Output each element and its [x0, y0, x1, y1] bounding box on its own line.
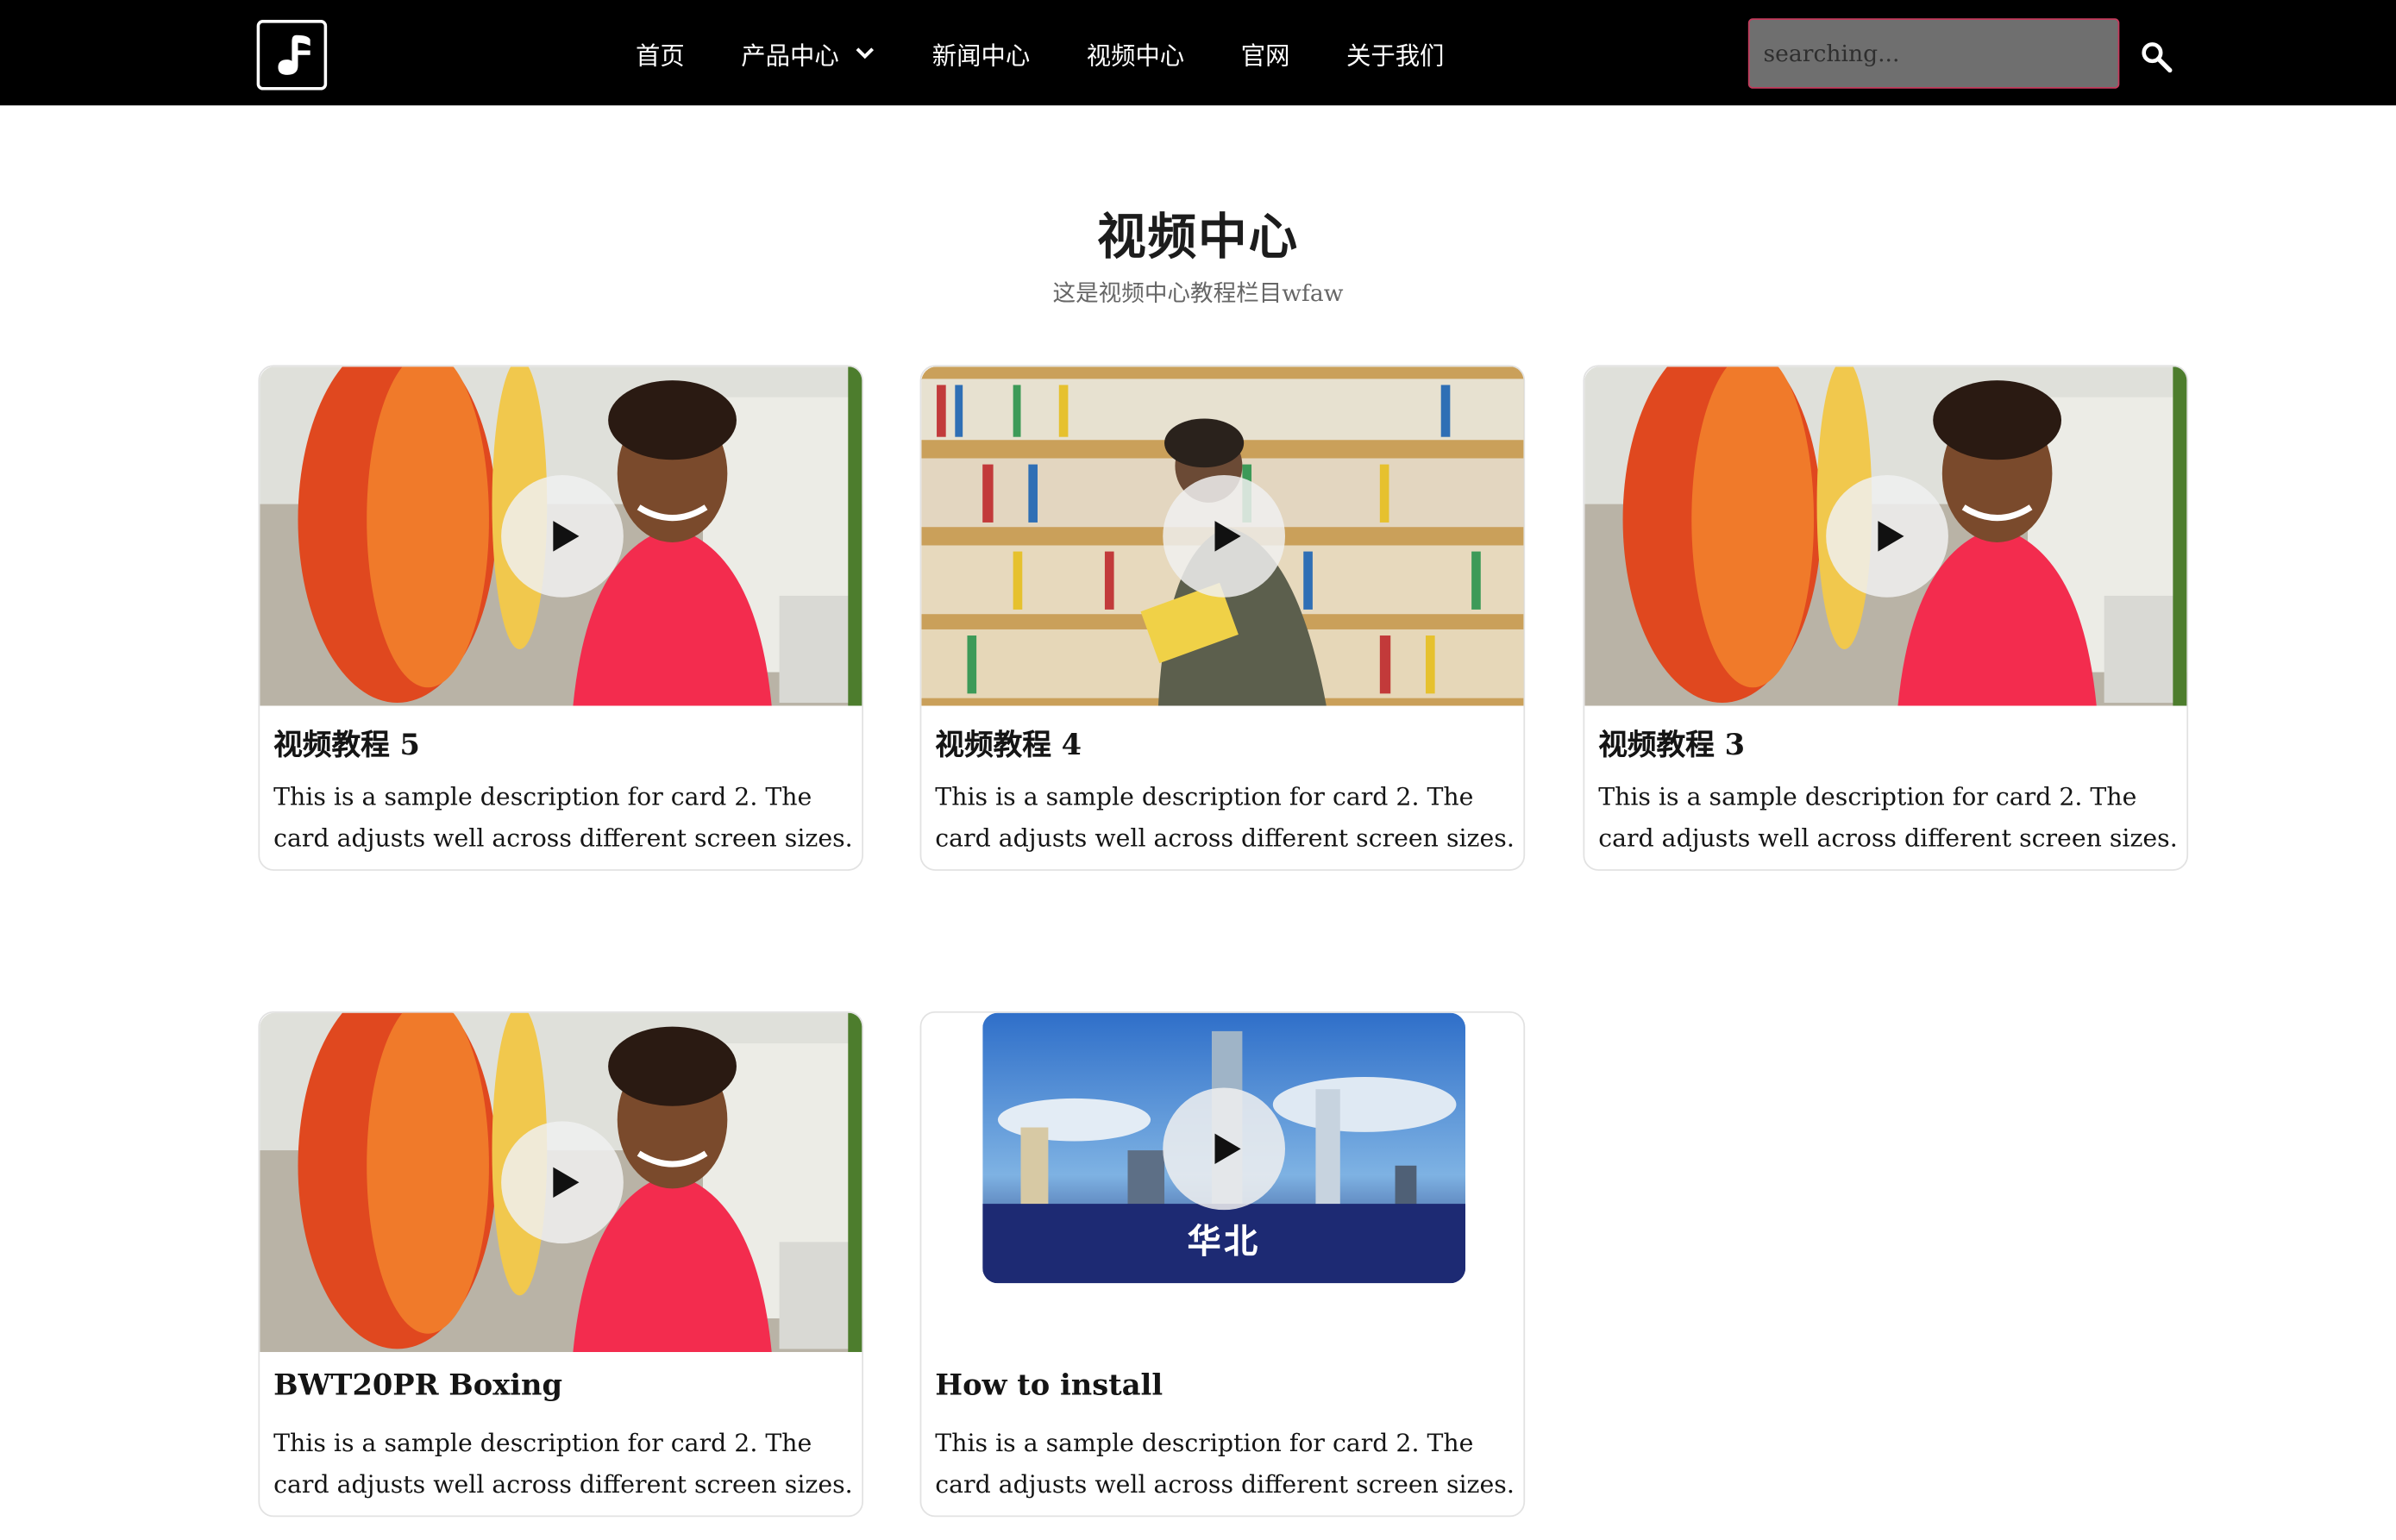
video-thumbnail[interactable]	[260, 1012, 862, 1352]
card-description: This is a sample description for card 2.…	[1598, 782, 2178, 853]
card-description: This is a sample description for card 2.…	[273, 782, 853, 853]
video-card[interactable]: 视频教程 3 This is a sample description for …	[1583, 365, 2189, 871]
play-button[interactable]	[1163, 1086, 1285, 1210]
thumbnail-caption: 华北	[1187, 1222, 1261, 1262]
nav-home[interactable]: 首页	[636, 34, 685, 72]
play-button[interactable]	[1163, 474, 1285, 598]
top-navbar: 首页 产品中心 新闻中心 视频中心 官网 关于我们	[0, 0, 2396, 106]
music-note-icon	[278, 34, 310, 75]
nav-home-label: 首页	[636, 40, 685, 70]
page-title: 视频中心	[1097, 207, 1299, 266]
play-icon	[1878, 521, 1904, 552]
nav-news[interactable]: 新闻中心	[932, 34, 1030, 72]
play-icon	[553, 521, 580, 552]
video-card[interactable]: 华北 How to install This is a sample descr…	[919, 1011, 1526, 1518]
nav-news-label: 新闻中心	[931, 40, 1031, 70]
nav-about[interactable]: 关于我们	[1346, 34, 1444, 72]
nav-about-label: 关于我们	[1346, 40, 1445, 70]
video-thumbnail[interactable]: 华北	[982, 1012, 1466, 1284]
page-subtitle: 这是视频中心教程栏目wfaw	[1052, 279, 1344, 308]
video-card[interactable]: 视频教程 4 This is a sample description for …	[919, 365, 1526, 871]
brand-logo[interactable]	[256, 20, 328, 91]
play-icon	[1214, 521, 1241, 552]
main-nav: 首页 产品中心 新闻中心 视频中心 官网 关于我们	[636, 0, 1501, 105]
nav-products-label: 产品中心	[741, 40, 839, 70]
video-card[interactable]: 视频教程 5 This is a sample description for …	[258, 365, 864, 871]
card-title: BWT20PR Boxing	[273, 1368, 563, 1403]
nav-official-site-label: 官网	[1240, 40, 1290, 70]
card-title: 视频教程 4	[935, 729, 1082, 763]
nav-official-site[interactable]: 官网	[1241, 34, 1290, 72]
video-card[interactable]: BWT20PR Boxing This is a sample descript…	[258, 1011, 864, 1518]
play-icon	[553, 1167, 580, 1199]
card-title: 视频教程 3	[1598, 729, 1746, 763]
video-thumbnail[interactable]	[260, 366, 862, 706]
card-title: 视频教程 5	[273, 729, 420, 763]
card-description: This is a sample description for card 2.…	[273, 1428, 853, 1499]
nav-video[interactable]: 视频中心	[1087, 34, 1184, 72]
search-input[interactable]	[1747, 18, 2120, 89]
chevron-down-icon	[856, 47, 875, 59]
card-description: This is a sample description for card 2.…	[935, 1428, 1515, 1499]
play-button[interactable]	[1826, 474, 1948, 598]
play-icon	[1214, 1132, 1241, 1164]
play-button[interactable]	[501, 474, 624, 598]
nav-video-label: 视频中心	[1086, 40, 1185, 70]
card-title: How to install	[935, 1368, 1164, 1403]
card-description: This is a sample description for card 2.…	[935, 782, 1515, 853]
nav-products[interactable]: 产品中心	[741, 34, 875, 72]
play-button[interactable]	[501, 1121, 624, 1244]
video-thumbnail[interactable]	[921, 366, 1524, 706]
search-icon[interactable]	[2139, 40, 2176, 77]
video-thumbnail[interactable]	[1584, 366, 2187, 706]
